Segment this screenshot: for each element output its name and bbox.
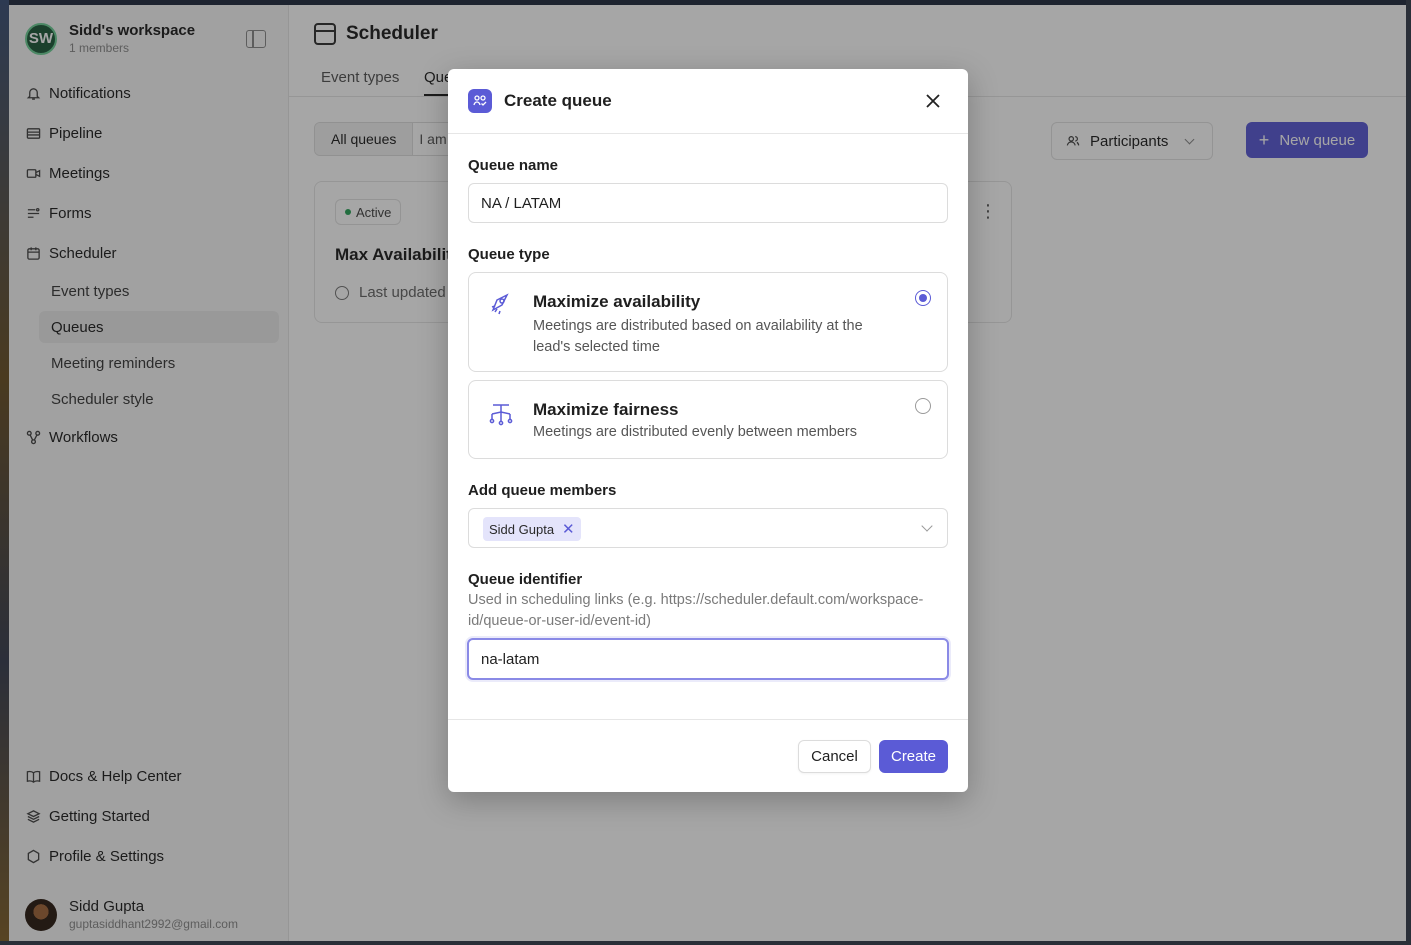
balance-icon xyxy=(487,401,515,429)
queue-identifier-hint: Used in scheduling links (e.g. https://s… xyxy=(468,592,924,629)
chevron-down-icon[interactable] xyxy=(921,520,933,532)
option-description: Meetings are distributed evenly between … xyxy=(533,424,857,440)
radio-maximize-availability[interactable] xyxy=(915,290,931,306)
queue-name-input[interactable]: NA / LATAM xyxy=(468,183,948,223)
member-chip: Sidd Gupta ✕ xyxy=(483,517,581,541)
close-icon[interactable] xyxy=(922,90,944,112)
option-maximize-fairness[interactable]: Maximize fairness Meetings are distribut… xyxy=(468,380,948,459)
queue-members-label: Add queue members xyxy=(468,482,617,499)
desktop-frame-right xyxy=(1406,0,1411,945)
create-button[interactable]: Create xyxy=(879,740,948,773)
queue-identifier-label: Queue identifier xyxy=(468,571,583,588)
member-chip-label: Sidd Gupta xyxy=(489,521,555,537)
desktop-frame-left xyxy=(0,0,9,945)
radio-maximize-fairness[interactable] xyxy=(915,398,931,414)
desktop-frame-bottom xyxy=(0,941,1411,945)
queue-identifier-input[interactable]: na-latam xyxy=(467,638,949,680)
cancel-button[interactable]: Cancel xyxy=(798,740,871,773)
queue-type-label: Queue type xyxy=(468,246,550,263)
option-description: Meetings are distributed based on availa… xyxy=(533,318,863,355)
option-title: Maximize fairness xyxy=(533,400,679,419)
queue-icon xyxy=(468,89,492,113)
queue-name-label: Queue name xyxy=(468,157,559,174)
create-queue-dialog: Create queue Queue name NA / LATAM Queue… xyxy=(448,69,968,792)
dialog-title: Create queue xyxy=(504,91,612,110)
option-maximize-availability[interactable]: Maximize availability Meetings are distr… xyxy=(468,272,948,372)
option-title: Maximize availability xyxy=(533,292,701,311)
remove-member-icon[interactable]: ✕ xyxy=(562,522,575,537)
dialog-header: Create queue xyxy=(448,69,968,134)
dialog-footer: Cancel Create xyxy=(448,719,968,792)
rocket-icon xyxy=(487,290,515,318)
queue-members-select[interactable]: Sidd Gupta ✕ xyxy=(468,508,948,548)
